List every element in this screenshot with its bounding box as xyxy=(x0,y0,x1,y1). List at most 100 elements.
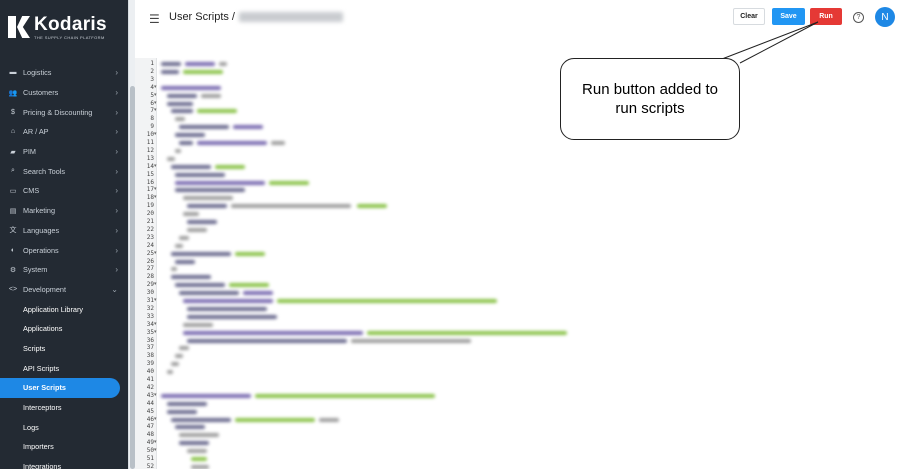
line-number: 6 xyxy=(150,99,154,107)
line-number: 21 xyxy=(146,218,154,225)
chevron-down-icon: ⌄ xyxy=(111,284,118,294)
line-number: 3 xyxy=(150,75,154,83)
breadcrumb-separator: / xyxy=(231,11,235,23)
line-number: 50 xyxy=(146,447,154,455)
line-number: 11 xyxy=(146,139,154,146)
page-title: User Scripts / xyxy=(169,11,343,23)
line-number: 26 xyxy=(146,257,154,265)
kodaris-logo[interactable]: Kodaris THE SUPPLY CHAIN PLATFORM xyxy=(8,14,107,40)
page-header: ☰ User Scripts / Clear Save Run ? N xyxy=(135,0,900,58)
line-number: 36 xyxy=(146,336,154,344)
clear-button[interactable]: Clear xyxy=(733,8,765,25)
user-avatar[interactable]: N xyxy=(875,7,895,27)
sidebar-subitem-importers[interactable]: Importers xyxy=(0,437,128,457)
line-number: 13 xyxy=(146,154,154,162)
sidebar-item-label: Languages xyxy=(23,225,60,235)
sidebar-subitem-applications[interactable]: Applications xyxy=(0,319,128,339)
sidebar-nav: ▬ Logistics › 👥 Customers › $ Pricing & Discoun… xyxy=(0,63,128,469)
sidebar-item-label: PIM xyxy=(23,147,36,157)
chevron-right-icon: › xyxy=(115,225,118,235)
sidebar-subitem-logs[interactable]: Logs xyxy=(0,417,128,437)
callout-text: Run button added to run scripts xyxy=(582,81,718,117)
sidebar-item-ar-ap[interactable]: ⌂ AR / AP › xyxy=(0,122,128,142)
line-number: 32 xyxy=(146,304,154,312)
translate-icon: 文 xyxy=(9,227,17,235)
sidebar-subitem-interceptors[interactable]: Interceptors xyxy=(0,398,128,418)
search-icon: ⌕ xyxy=(11,167,15,175)
sidebar-item-pricing-discounting[interactable]: $ Pricing & Discounting › xyxy=(0,102,128,122)
line-number: 35 xyxy=(146,328,154,336)
code-editor[interactable]: 1 2 3 4 ▾ 5 ▾ 6 ▾ 7 ▾ 8 9 10 ▾ 11 12 13 14 ▾ 15 16 17 ▾ 18 ▾ 19 20 2… xyxy=(135,58,900,469)
sidebar-item-operations[interactable]: ◐ Operations › xyxy=(0,240,128,260)
line-number: 19 xyxy=(146,202,154,210)
sidebar-scrollbar[interactable] xyxy=(128,0,135,469)
chevron-right-icon: › xyxy=(115,265,118,275)
line-number: 48 xyxy=(146,431,154,439)
help-icon[interactable]: ? xyxy=(853,12,864,23)
sidebar-item-system[interactable]: ⚙ System › xyxy=(0,260,128,280)
save-button[interactable]: Save xyxy=(772,8,805,25)
line-number-gutter: 1 2 3 4 ▾ 5 ▾ 6 ▾ 7 ▾ 8 9 10 ▾ 11 12 13 14 ▾ 15 16 17 ▾ 18 ▾ 19 20 2… xyxy=(135,58,157,469)
sidebar-item-search-tools[interactable]: ⌕ Search Tools › xyxy=(0,161,128,181)
sidebar-subitem-integrations[interactable]: Integrations xyxy=(0,457,128,469)
sidebar-item-label: Logistics xyxy=(23,68,52,78)
sidebar-item-label: Pricing & Discounting xyxy=(23,107,93,117)
chevron-right-icon: › xyxy=(115,127,118,137)
sidebar-item-logistics[interactable]: ▬ Logistics › xyxy=(0,63,128,83)
line-number: 23 xyxy=(146,233,154,241)
line-number: 45 xyxy=(146,407,154,415)
line-number: 42 xyxy=(146,383,154,391)
line-number: 28 xyxy=(146,273,154,281)
sidebar-subitem-user-scripts[interactable]: User Scripts xyxy=(0,378,120,398)
operations-icon: ◐ xyxy=(10,246,16,254)
run-button[interactable]: Run xyxy=(810,8,842,25)
sidebar-item-label: Search Tools xyxy=(23,166,66,176)
sidebar-item-cms[interactable]: ▭ CMS › xyxy=(0,181,128,201)
code-content-blurred[interactable] xyxy=(157,58,900,469)
line-number: 5 xyxy=(150,91,154,99)
line-number: 34 xyxy=(146,320,154,328)
sidebar-item-languages[interactable]: 文 Languages › xyxy=(0,221,128,241)
chevron-right-icon: › xyxy=(115,88,118,98)
line-number: 8 xyxy=(150,115,154,123)
line-number: 27 xyxy=(146,265,154,273)
sidebar-item-development[interactable]: <> Development ⌄ xyxy=(0,280,128,300)
sidebar-item-label: System xyxy=(23,265,48,275)
sidebar-subitem-scripts[interactable]: Scripts xyxy=(0,339,128,359)
page-title-text: User Scripts xyxy=(169,11,229,23)
brand-tagline: THE SUPPLY CHAIN PLATFORM xyxy=(34,34,105,40)
line-number: 51 xyxy=(146,455,154,462)
line-number: 4 xyxy=(150,83,154,91)
line-number: 37 xyxy=(146,344,154,352)
sidebar-item-label: Operations xyxy=(23,245,59,255)
sidebar-subitem-application-library[interactable]: Application Library xyxy=(0,299,128,319)
line-number: 9 xyxy=(150,123,154,131)
sidebar-item-label: Marketing xyxy=(23,206,56,216)
truck-icon: ▬ xyxy=(9,69,17,77)
line-number: 39 xyxy=(146,360,154,368)
sidebar: Kodaris THE SUPPLY CHAIN PLATFORM ▬ Logis… xyxy=(0,0,128,469)
sidebar-item-marketing[interactable]: ▤ Marketing › xyxy=(0,201,128,221)
line-number: 31 xyxy=(146,297,154,304)
dollar-icon: $ xyxy=(11,108,15,116)
line-number: 16 xyxy=(146,178,154,186)
annotation-callout: Run button added to run scripts xyxy=(560,58,740,140)
line-number: 47 xyxy=(146,423,154,431)
line-number: 40 xyxy=(146,368,154,376)
sidebar-item-label: Customers xyxy=(23,88,59,98)
line-number: 25 xyxy=(146,249,154,257)
chevron-right-icon: › xyxy=(115,206,118,216)
chevron-right-icon: › xyxy=(115,245,118,255)
sidebar-subitem-api-scripts[interactable]: API Scripts xyxy=(0,358,128,378)
sidebar-item-customers[interactable]: 👥 Customers › xyxy=(0,83,128,103)
sidebar-item-pim[interactable]: ▰ PIM › xyxy=(0,142,128,162)
line-number: 22 xyxy=(146,225,154,233)
line-number: 17 xyxy=(146,186,154,194)
hamburger-menu-icon[interactable]: ☰ xyxy=(149,12,160,26)
sidebar-item-label: CMS xyxy=(23,186,40,196)
line-number: 33 xyxy=(146,312,154,320)
chevron-right-icon: › xyxy=(115,147,118,157)
line-number: 30 xyxy=(146,289,154,297)
line-number: 7 xyxy=(150,107,154,115)
gear-icon: ⚙ xyxy=(9,266,17,274)
